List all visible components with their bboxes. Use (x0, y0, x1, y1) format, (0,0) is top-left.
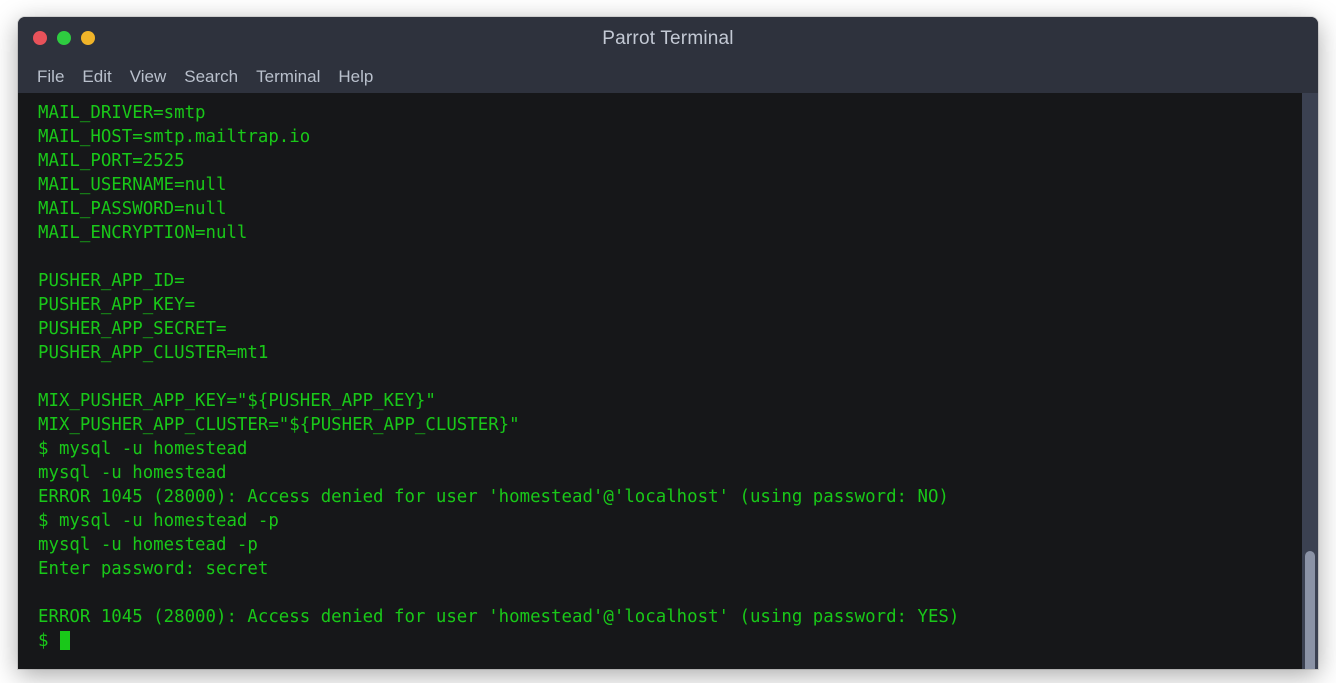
terminal-line: PUSHER_APP_SECRET= (38, 319, 227, 339)
menu-item-terminal[interactable]: Terminal (247, 66, 329, 90)
terminal-line: PUSHER_APP_ID= (38, 271, 185, 291)
terminal-line: $ mysql -u homestead (38, 439, 248, 459)
terminal-line: ERROR 1045 (28000): Access denied for us… (38, 487, 949, 507)
terminal-line: PUSHER_APP_KEY= (38, 295, 196, 315)
terminal-line: MAIL_PASSWORD=null (38, 199, 227, 219)
terminal-line: PUSHER_APP_CLUSTER=mt1 (38, 343, 269, 363)
terminal-line: MIX_PUSHER_APP_CLUSTER="${PUSHER_APP_CLU… (38, 415, 520, 435)
menu-item-search[interactable]: Search (175, 66, 247, 90)
terminal-line: mysql -u homestead (38, 463, 227, 483)
window-title: Parrot Terminal (602, 28, 734, 49)
terminal-line: MAIL_ENCRYPTION=null (38, 223, 248, 243)
terminal-line: MAIL_DRIVER=smtp (38, 103, 206, 123)
menubar: File Edit View Search Terminal Help (18, 62, 1318, 93)
terminal-body[interactable]: MAIL_DRIVER=smtp MAIL_HOST=smtp.mailtrap.… (18, 93, 1318, 669)
terminal-line: MAIL_USERNAME=null (38, 175, 227, 195)
terminal-line: ERROR 1045 (28000): Access denied for us… (38, 607, 960, 627)
menu-item-file[interactable]: File (28, 66, 73, 90)
scrollbar-thumb[interactable] (1305, 551, 1315, 669)
terminal-prompt-line[interactable]: $ (38, 629, 1302, 653)
terminal-scrollbar[interactable] (1302, 93, 1318, 669)
prompt-symbol: $ (38, 631, 59, 651)
menu-item-edit[interactable]: Edit (73, 66, 120, 90)
terminal-line: Enter password: secret (38, 559, 269, 579)
terminal-line: MIX_PUSHER_APP_KEY="${PUSHER_APP_KEY}" (38, 391, 436, 411)
menu-item-help[interactable]: Help (329, 66, 382, 90)
terminal-line: mysql -u homestead -p (38, 535, 258, 555)
window-titlebar[interactable]: Parrot Terminal (18, 17, 1318, 62)
terminal-line: MAIL_HOST=smtp.mailtrap.io (38, 127, 311, 147)
terminal-window: Parrot Terminal File Edit View Search Te… (18, 17, 1318, 669)
terminal-line: $ mysql -u homestead -p (38, 511, 279, 531)
screenshot-root: Parrot Terminal File Edit View Search Te… (0, 0, 1336, 683)
terminal-output[interactable]: MAIL_DRIVER=smtp MAIL_HOST=smtp.mailtrap.… (18, 93, 1302, 669)
terminal-line: MAIL_PORT=2525 (38, 151, 185, 171)
text-cursor (59, 631, 70, 650)
menu-item-view[interactable]: View (121, 66, 176, 90)
